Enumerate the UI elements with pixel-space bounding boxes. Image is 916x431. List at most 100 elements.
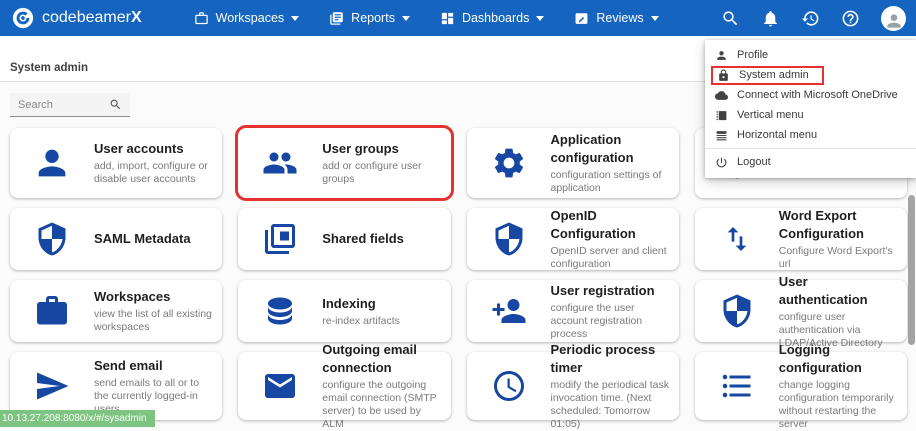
card-title: SAML Metadata (94, 231, 191, 246)
send-icon (34, 368, 70, 404)
menu-item-label: Vertical menu (737, 109, 804, 121)
card-indexing[interactable]: Indexingre-index artifacts (238, 280, 450, 342)
card-workspaces[interactable]: Workspaces view the list of all existing … (10, 280, 222, 342)
database-icon (262, 293, 298, 329)
card-subtitle: view the list of all existing workspaces (94, 308, 214, 334)
briefcase-icon (34, 293, 70, 329)
menu-item-system-admin[interactable]: System admin (705, 65, 916, 85)
nav-label: Reports (351, 11, 395, 25)
clock-icon (491, 368, 527, 404)
nav-label: Reviews (596, 11, 643, 25)
lock-icon (717, 69, 730, 82)
card-user-registration[interactable]: User registration configure the user acco… (467, 280, 679, 342)
shield-icon (34, 221, 70, 257)
card-title: Logging configuration (779, 342, 862, 375)
card-subtitle: add or configure user groups (322, 160, 442, 186)
card-saml-metadata[interactable]: SAML Metadata (10, 208, 222, 270)
menu-item-label: Horizontal menu (737, 129, 817, 141)
search-box (10, 93, 130, 117)
card-subtitle: Configure Word Export's url (779, 245, 899, 271)
menu-item-label: System admin (739, 69, 809, 81)
card-openid-configuration[interactable]: OpenID Configuration OpenID server and cl… (467, 208, 679, 270)
avatar[interactable] (881, 6, 906, 31)
card-title: Outgoing email connection (322, 342, 417, 375)
menu-item-vertical-menu[interactable]: Vertical menu (705, 105, 916, 125)
red-highlight-box: System admin (711, 66, 824, 85)
card-logging-configuration[interactable]: Logging configurationchange logging conf… (695, 352, 907, 420)
person-icon (32, 143, 72, 183)
search-icon[interactable] (721, 9, 740, 28)
menu-item-label: Logout (737, 156, 771, 168)
help-icon[interactable] (841, 9, 860, 28)
nav-reviews[interactable]: Reviews (574, 11, 658, 26)
menu-item-onedrive[interactable]: Connect with Microsoft OneDrive (705, 85, 916, 105)
card-word-export-configuration[interactable]: Word Export Configuration Configure Word … (695, 208, 907, 270)
search-icon[interactable] (109, 98, 122, 111)
shield-icon (719, 293, 755, 329)
person-icon (715, 49, 728, 62)
scrollbar-thumb[interactable] (908, 195, 915, 345)
card-shared-fields[interactable]: Shared fields (238, 208, 450, 270)
nav-dashboards[interactable]: Dashboards (440, 11, 544, 26)
dashboard-grid-icon (440, 11, 455, 26)
layered-squares-icon (262, 221, 298, 257)
power-icon (715, 156, 728, 169)
horizontal-menu-icon (715, 129, 728, 142)
menu-item-logout[interactable]: Logout (705, 152, 916, 172)
card-title: User authentication (779, 274, 868, 307)
card-title: Shared fields (322, 231, 404, 246)
card-title: OpenID Configuration (551, 208, 636, 241)
nav-reports[interactable]: Reports (329, 11, 410, 26)
card-subtitle: configure the outgoing email connection … (322, 379, 442, 431)
notifications-bell-icon[interactable] (761, 9, 780, 28)
app-logo[interactable]: codebeamerX (0, 7, 142, 29)
status-url: 10.13.27.208:8080/x/#/sysadmin (0, 410, 155, 427)
shield-icon (491, 221, 527, 257)
nav-workspaces[interactable]: Workspaces (194, 11, 300, 26)
card-title: Workspaces (94, 289, 170, 304)
chevron-down-icon (651, 16, 659, 21)
person-icon (884, 11, 904, 31)
search-input[interactable] (10, 99, 109, 111)
brand-name: codebeamerX (42, 9, 142, 27)
menu-item-profile[interactable]: Profile (705, 45, 916, 65)
menu-separator (705, 148, 916, 149)
envelope-icon (262, 368, 298, 404)
main-nav: Workspaces Reports Dashboards Reviews (194, 11, 659, 26)
people-icon (262, 145, 298, 181)
chevron-down-icon (291, 16, 299, 21)
card-periodic-process-timer[interactable]: Periodic process timermodify the periodi… (467, 352, 679, 420)
card-subtitle: OpenID server and client configuration (551, 245, 671, 271)
card-subtitle: modify the periodical task invocation ti… (551, 379, 671, 431)
card-user-authentication[interactable]: User authenticationconfigure user authen… (695, 280, 907, 342)
card-title: Send email (94, 358, 163, 373)
nav-label: Workspaces (216, 11, 285, 25)
menu-item-label: Connect with Microsoft OneDrive (737, 89, 898, 101)
import-export-arrows-icon (721, 223, 753, 255)
card-application-configuration[interactable]: Application configurationconfiguration s… (467, 128, 679, 198)
briefcase-icon (194, 11, 209, 26)
chevron-down-icon (536, 16, 544, 21)
card-subtitle: configuration settings of application (551, 169, 671, 195)
cloud-icon (715, 89, 728, 102)
card-title: User registration (551, 283, 655, 298)
card-title: Periodic process timer (551, 342, 656, 375)
rate-review-icon (574, 11, 589, 26)
card-outgoing-email-connection[interactable]: Outgoing email connectionconfigure the o… (238, 352, 450, 420)
card-title: Word Export Configuration (779, 208, 864, 241)
vertical-menu-icon (715, 109, 728, 122)
chevron-down-icon (402, 16, 410, 21)
history-icon[interactable] (801, 9, 820, 28)
card-user-accounts[interactable]: User accountsadd, import, configure or d… (10, 128, 222, 198)
card-subtitle: change logging configuration temporarily… (779, 379, 899, 431)
card-subtitle: configure the user account registration … (551, 302, 671, 341)
card-title: User groups (322, 141, 399, 156)
report-book-icon (329, 11, 344, 26)
bulleted-list-icon (719, 368, 755, 404)
top-bar: codebeamerX Workspaces Reports Dashboard… (0, 0, 916, 36)
nav-label: Dashboards (462, 11, 529, 25)
card-user-groups[interactable]: User groups add or configure user groups (238, 128, 450, 198)
menu-item-horizontal-menu[interactable]: Horizontal menu (705, 125, 916, 145)
person-add-icon (491, 293, 527, 329)
user-dropdown-menu: Profile System admin Connect with Micros… (705, 40, 916, 178)
